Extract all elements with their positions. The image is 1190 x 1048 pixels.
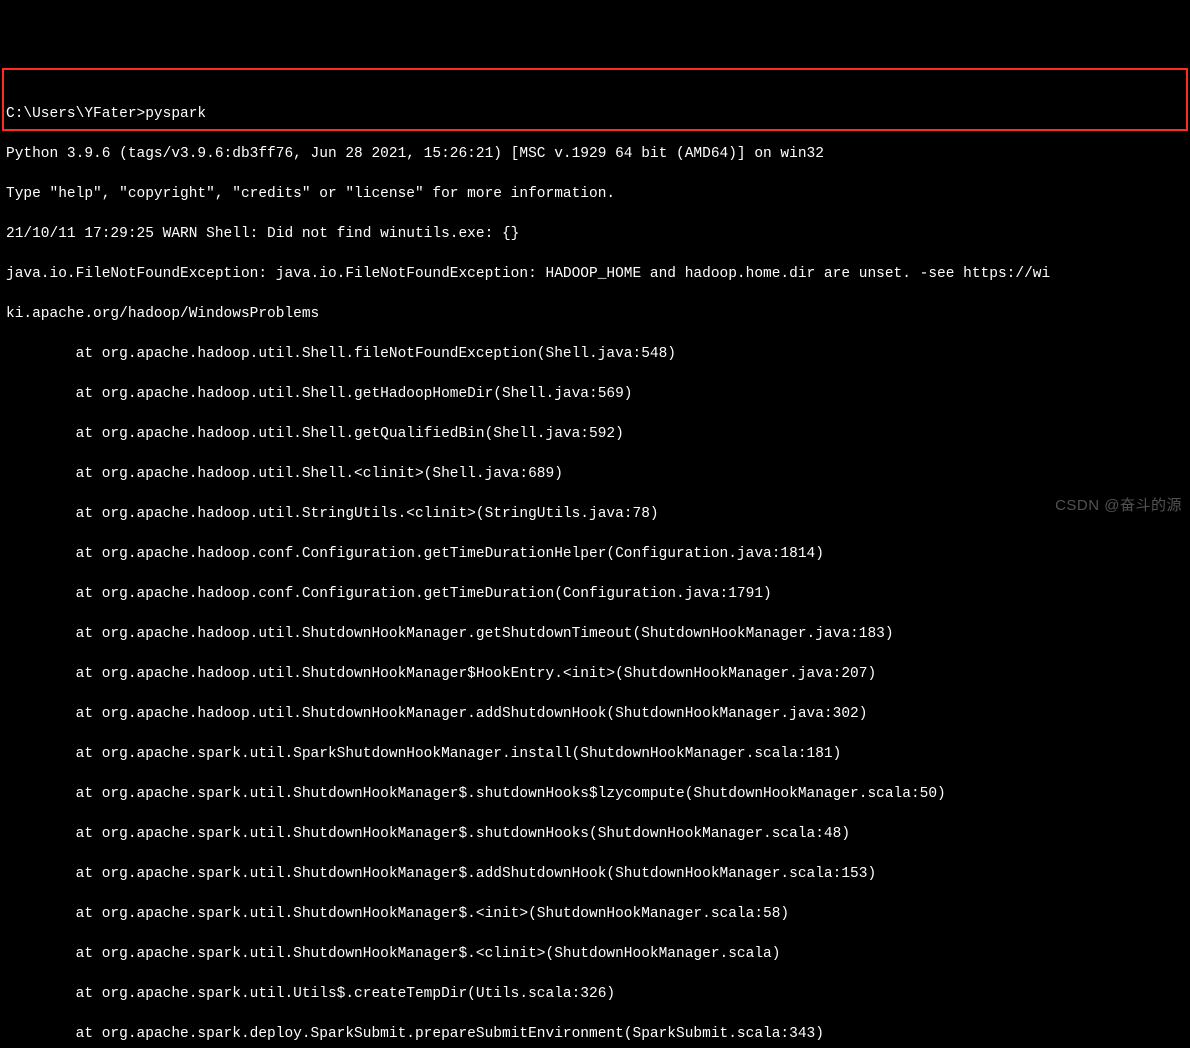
prompt-line: C:\Users\YFater>pyspark xyxy=(6,104,1190,124)
stack-line: at org.apache.spark.util.Utils$.createTe… xyxy=(6,984,1190,1004)
stack-line: at org.apache.spark.deploy.SparkSubmit.p… xyxy=(6,1024,1190,1044)
stack-line: at org.apache.hadoop.util.ShutdownHookMa… xyxy=(6,704,1190,724)
stack-line: at org.apache.spark.util.ShutdownHookMan… xyxy=(6,784,1190,804)
warn-line: 21/10/11 17:29:25 WARN Shell: Did not fi… xyxy=(6,224,1190,244)
terminal-output: C:\Users\YFater>pyspark Python 3.9.6 (ta… xyxy=(0,80,1190,1048)
stack-line: at org.apache.spark.util.ShutdownHookMan… xyxy=(6,864,1190,884)
stack-line: at org.apache.hadoop.util.Shell.<clinit>… xyxy=(6,464,1190,484)
stack-line: at org.apache.hadoop.conf.Configuration.… xyxy=(6,544,1190,564)
stack-line: at org.apache.hadoop.util.Shell.getHadoo… xyxy=(6,384,1190,404)
help-line: Type "help", "copyright", "credits" or "… xyxy=(6,184,1190,204)
warn-line: ki.apache.org/hadoop/WindowsProblems xyxy=(6,304,1190,324)
stack-line: at org.apache.hadoop.util.ShutdownHookMa… xyxy=(6,624,1190,644)
python-version-line: Python 3.9.6 (tags/v3.9.6:db3ff76, Jun 2… xyxy=(6,144,1190,164)
stack-line: at org.apache.hadoop.util.ShutdownHookMa… xyxy=(6,664,1190,684)
stack-line: at org.apache.hadoop.util.StringUtils.<c… xyxy=(6,504,1190,524)
stack-line: at org.apache.spark.util.SparkShutdownHo… xyxy=(6,744,1190,764)
stack-line: at org.apache.spark.util.ShutdownHookMan… xyxy=(6,904,1190,924)
stack-line: at org.apache.spark.util.ShutdownHookMan… xyxy=(6,824,1190,844)
warn-line: java.io.FileNotFoundException: java.io.F… xyxy=(6,264,1190,284)
stack-line: at org.apache.hadoop.util.Shell.getQuali… xyxy=(6,424,1190,444)
stack-line: at org.apache.spark.util.ShutdownHookMan… xyxy=(6,944,1190,964)
watermark: CSDN @奋斗的源 xyxy=(1055,496,1182,516)
stack-line: at org.apache.hadoop.conf.Configuration.… xyxy=(6,584,1190,604)
stack-line: at org.apache.hadoop.util.Shell.fileNotF… xyxy=(6,344,1190,364)
